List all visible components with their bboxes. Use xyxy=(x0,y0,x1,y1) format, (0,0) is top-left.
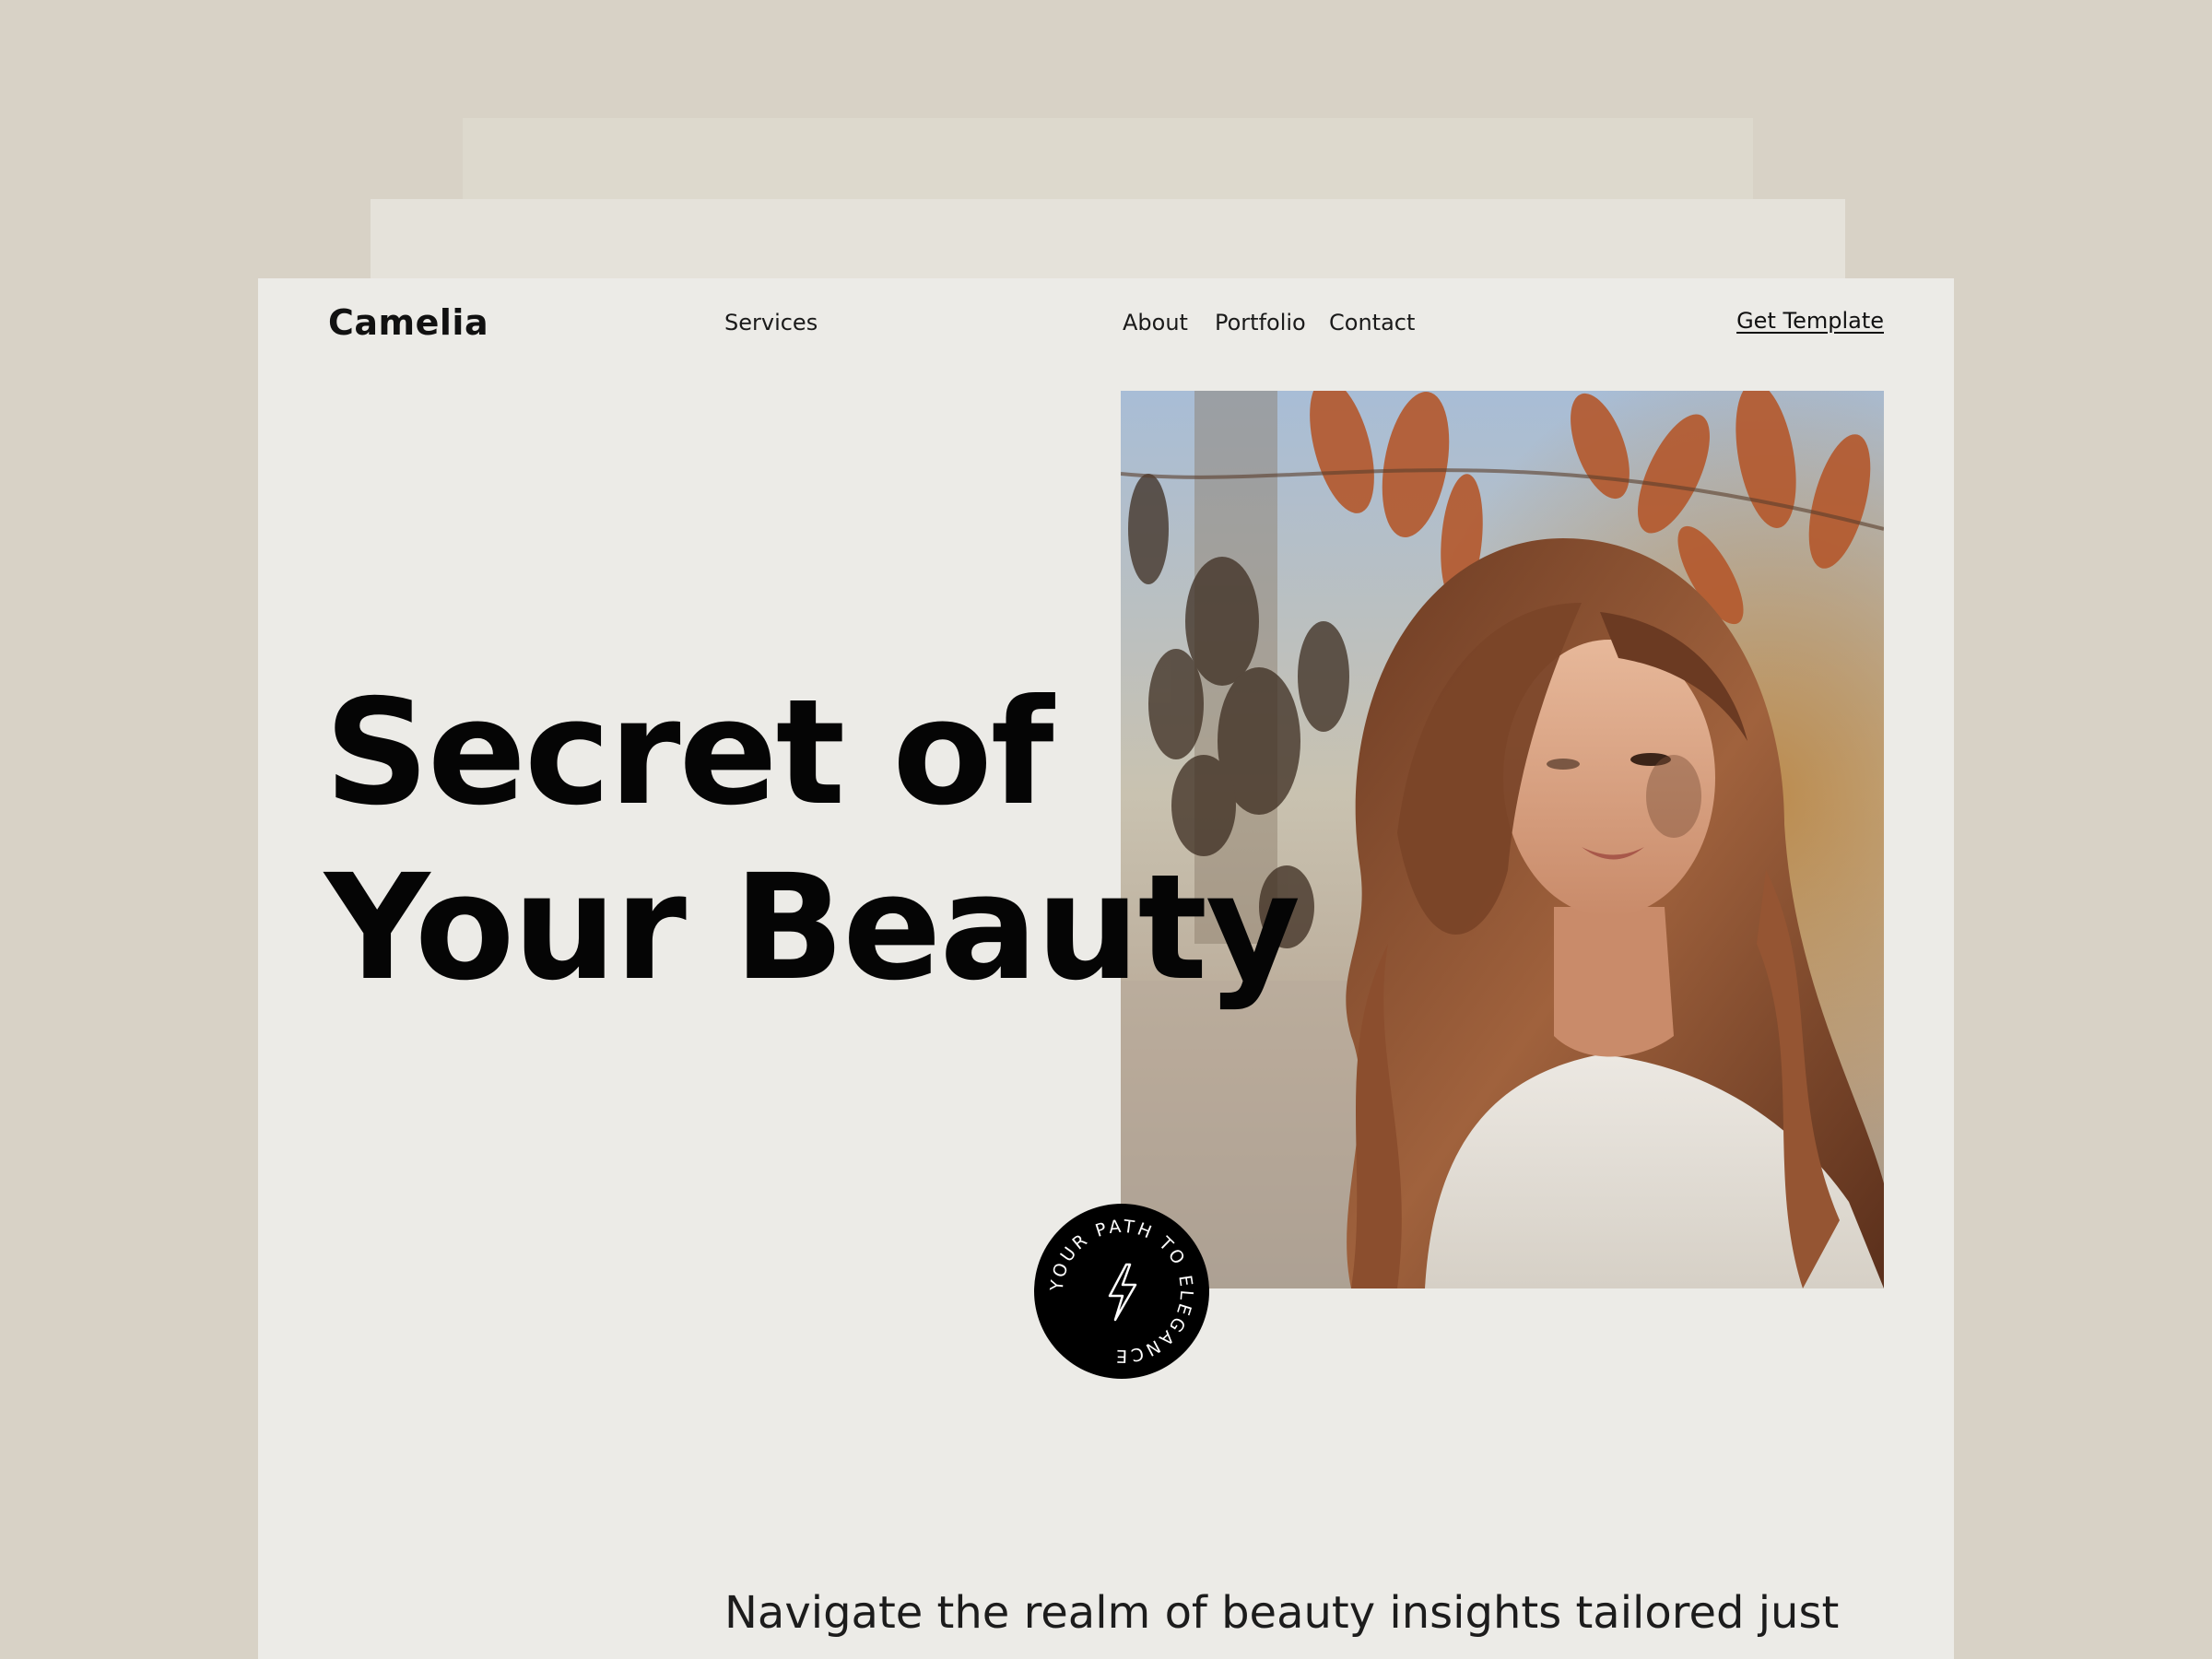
intro-paragraph: Navigate the realm of beauty insights ta… xyxy=(724,1587,1840,1639)
showcase-stage: Camelia Services About Portfolio Contact… xyxy=(0,0,2212,1659)
nav-link-services[interactable]: Services xyxy=(724,310,818,335)
elegance-badge: YOUR PATH TO ELEGANCE xyxy=(1034,1204,1209,1379)
nav-link-portfolio[interactable]: Portfolio xyxy=(1215,310,1306,335)
hero-headline-line-1: Secret of xyxy=(324,668,1054,838)
hero-headline: Secret of Your Beauty xyxy=(324,665,1300,1016)
nav-link-about[interactable]: About xyxy=(1123,310,1188,335)
brand-logo[interactable]: Camelia xyxy=(328,302,488,343)
get-template-link[interactable]: Get Template xyxy=(1736,308,1884,334)
website-preview: Camelia Services About Portfolio Contact… xyxy=(258,278,1954,1659)
nav-link-contact[interactable]: Contact xyxy=(1329,310,1415,335)
hero-headline-line-2: Your Beauty xyxy=(324,843,1300,1013)
